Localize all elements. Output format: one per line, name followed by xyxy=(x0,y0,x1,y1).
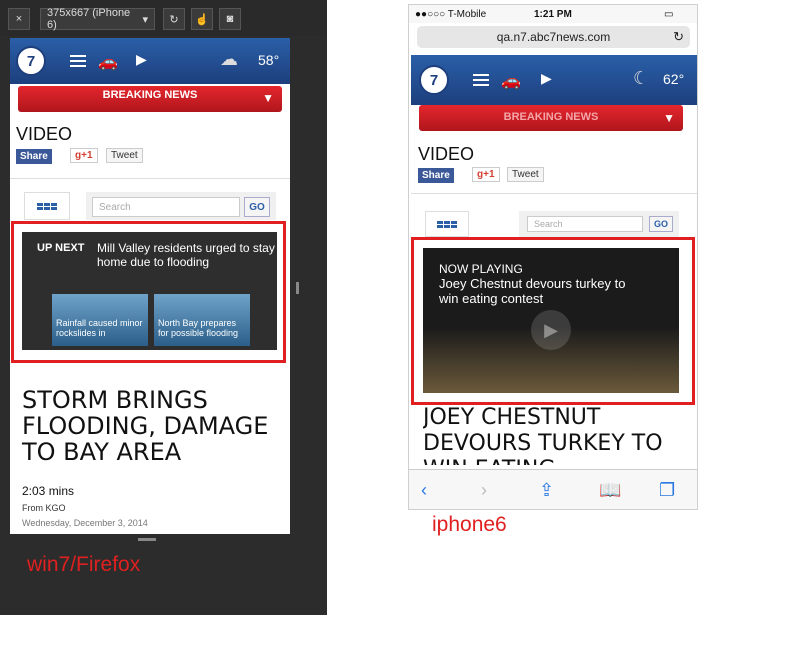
weather-icon: ☾ xyxy=(633,68,650,88)
logo-text: 7 xyxy=(26,52,36,70)
url-text: qa.n7.abc7news.com xyxy=(496,30,611,44)
bookmarks-icon[interactable]: 📖 xyxy=(599,480,621,501)
weather-temp: 62° xyxy=(663,71,685,87)
forward-icon[interactable]: › xyxy=(481,480,487,501)
touch-button[interactable]: ☝ xyxy=(191,8,213,30)
menu-icon[interactable] xyxy=(70,52,86,70)
chevron-down-icon: ▼ xyxy=(663,111,675,125)
status-time: 1:21 PM xyxy=(534,9,572,20)
traffic-icon[interactable]: 🚗 xyxy=(501,71,521,91)
safari-toolbar: ‹ › ⇪ 📖 ❐ xyxy=(409,469,697,509)
abc7-logo[interactable]: 7 xyxy=(419,65,449,95)
battery-icon: ▭ xyxy=(664,9,674,20)
google-plus-button[interactable]: g+1 xyxy=(472,167,500,182)
grid-view-button[interactable] xyxy=(24,192,70,220)
chevron-down-icon: ▾ xyxy=(142,13,148,26)
ios-status-bar: ●●○○○ T-Mobile 1:21 PM ▭ xyxy=(409,5,697,23)
article-headline: STORM BRINGS FLOODING, DAMAGE TO BAY ARE… xyxy=(22,386,269,466)
tweet-button[interactable]: Tweet xyxy=(507,167,544,182)
carrier-label: ●●○○○ T-Mobile xyxy=(415,9,487,20)
firefox-caption: win7/Firefox xyxy=(27,553,141,576)
close-icon: × xyxy=(15,13,23,25)
grid-icon xyxy=(37,202,57,210)
breaking-news-bar[interactable]: BREAKING NEWS ▼ xyxy=(18,86,282,112)
abc7-logo[interactable]: 7 xyxy=(16,46,46,76)
share-icon[interactable]: ⇪ xyxy=(539,480,554,501)
grid-view-button[interactable] xyxy=(425,211,469,237)
article-headline: JOEY CHESTNUT DEVOURS TURKEY TO WIN EATI… xyxy=(423,405,663,465)
camera-icon: ◙ xyxy=(226,13,234,25)
site-header: 7 🚗 ▶ ☁ 58° xyxy=(10,38,290,84)
touch-icon: ☝ xyxy=(195,13,209,26)
video-duration: 2:03 mins xyxy=(22,484,75,498)
google-plus-button[interactable]: g+1 xyxy=(70,148,98,163)
divider xyxy=(10,178,290,179)
breaking-news-bar[interactable]: BREAKING NEWS ▼ xyxy=(419,105,683,131)
rotate-button[interactable]: ↻ xyxy=(163,8,185,30)
firefox-responsive-frame: × 375x667 (iPhone 6) ▾ ↻ ☝ ◙ 7 🚗 ▶ ☁ 58°… xyxy=(0,0,327,615)
screenshot-button[interactable]: ◙ xyxy=(219,8,241,30)
go-button[interactable]: GO xyxy=(244,197,270,217)
divider xyxy=(411,193,697,194)
weather-icon: ☁ xyxy=(220,49,238,69)
iphone-caption: iphone6 xyxy=(432,513,507,536)
tweet-button[interactable]: Tweet xyxy=(106,148,143,163)
close-button[interactable]: × xyxy=(8,8,30,30)
resize-handle[interactable] xyxy=(296,282,299,294)
page-title: VIDEO xyxy=(16,124,73,144)
video-source: From KGO xyxy=(22,503,66,513)
video-icon[interactable]: ▶ xyxy=(136,51,147,68)
menu-icon[interactable] xyxy=(473,71,489,89)
device-select-label: 375x667 (iPhone 6) xyxy=(47,7,131,31)
breaking-news-label: BREAKING NEWS xyxy=(102,89,198,101)
weather-temp: 58° xyxy=(258,52,280,68)
back-icon[interactable]: ‹ xyxy=(421,480,427,501)
go-button[interactable]: GO xyxy=(649,216,673,232)
search-input[interactable]: Search xyxy=(92,197,240,217)
tabs-icon[interactable]: ❐ xyxy=(659,480,675,501)
site-header: 7 🚗 ▶ ☾ 62° xyxy=(411,55,697,105)
rotate-icon: ↻ xyxy=(169,13,179,26)
search-input[interactable]: Search xyxy=(527,216,643,232)
device-select[interactable]: 375x667 (iPhone 6) ▾ xyxy=(40,7,155,31)
iphone-frame: ●●○○○ T-Mobile 1:21 PM ▭ qa.n7.abc7news.… xyxy=(408,4,698,510)
page-title: VIDEO xyxy=(418,144,475,164)
headline-container: JOEY CHESTNUT DEVOURS TURKEY TO WIN EATI… xyxy=(423,405,693,465)
traffic-icon[interactable]: 🚗 xyxy=(98,52,118,72)
facebook-share-button[interactable]: Share xyxy=(418,168,454,183)
facebook-share-button[interactable]: Share xyxy=(16,149,52,164)
video-icon[interactable]: ▶ xyxy=(541,70,552,87)
video-date: Wednesday, December 3, 2014 xyxy=(22,518,148,528)
grid-icon xyxy=(437,220,457,228)
url-bar[interactable]: qa.n7.abc7news.com ↻ xyxy=(417,26,690,48)
highlight-box xyxy=(11,221,286,363)
resize-handle[interactable] xyxy=(138,538,156,541)
highlight-box xyxy=(411,237,695,405)
responsive-toolbar: × 375x667 (iPhone 6) ▾ ↻ ☝ ◙ xyxy=(0,0,327,36)
chevron-down-icon: ▼ xyxy=(262,91,274,105)
reload-icon[interactable]: ↻ xyxy=(673,29,684,45)
